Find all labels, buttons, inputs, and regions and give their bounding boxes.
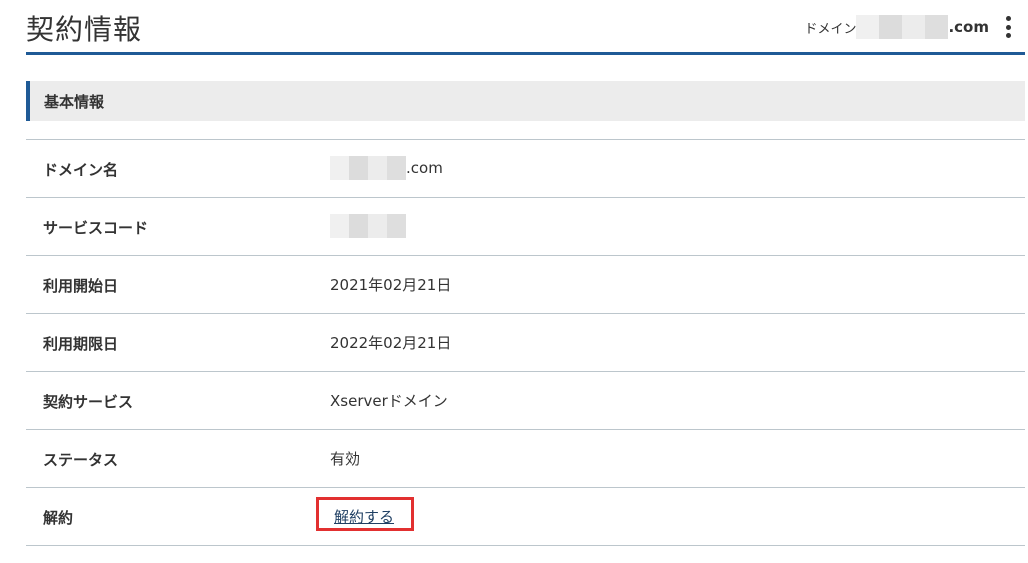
- row-label: ステータス: [43, 451, 119, 469]
- row-value: 2021年02月21日: [330, 275, 452, 294]
- domain-label: ドメイン: [804, 21, 857, 37]
- cancellation-value: 解約する: [330, 504, 398, 528]
- section-title: 基本情報: [44, 93, 105, 111]
- domain-tld: .com: [948, 18, 989, 36]
- row-status: ステータス 有効: [26, 430, 1025, 488]
- row-start-date: 利用開始日 2021年02月21日: [26, 256, 1025, 314]
- kebab-dot: [1005, 16, 1011, 21]
- row-domain-name: ドメイン名 .com: [26, 140, 1025, 198]
- row-label: ドメイン名: [43, 161, 119, 179]
- row-value: Xserverドメイン: [330, 391, 448, 410]
- masked-domain-name: [330, 156, 406, 180]
- page-header: 契約情報 ドメイン .com: [26, 0, 1025, 55]
- row-label: 利用開始日: [43, 277, 119, 295]
- kebab-dot: [1005, 33, 1011, 38]
- header-domain: ドメイン .com: [804, 13, 1011, 41]
- page-title: 契約情報: [26, 13, 143, 46]
- masked-domain-name: [856, 15, 949, 39]
- row-value: 2022年02月21日: [330, 333, 452, 352]
- row-value: [330, 214, 406, 238]
- domain-name-value: .com: [406, 159, 443, 177]
- start-date-value: 2021年02月21日: [330, 272, 451, 296]
- kebab-dot: [1005, 24, 1011, 30]
- section-header-basic-info: 基本情報: [26, 81, 1025, 121]
- kebab-menu-icon[interactable]: [1005, 16, 1011, 38]
- cancel-contract-link[interactable]: 解約する: [330, 506, 398, 527]
- row-value: .com: [330, 156, 443, 180]
- row-service-code: サービスコード: [26, 198, 1025, 256]
- row-value: 有効: [330, 449, 361, 468]
- row-cancellation: 解約 解約する: [26, 488, 1025, 546]
- row-label: サービスコード: [43, 219, 149, 237]
- contract-info-page: 契約情報 ドメイン .com 基本情報 ドメイン名 .com サービスコード 利…: [0, 0, 1028, 563]
- row-label: 解約: [43, 509, 74, 527]
- masked-service-code: [330, 214, 406, 238]
- row-label: 利用期限日: [43, 335, 119, 353]
- contract-service-value: Xserverドメイン: [330, 388, 448, 412]
- expiry-date-value: 2022年02月21日: [330, 330, 451, 354]
- status-value: 有効: [330, 446, 360, 470]
- info-table: ドメイン名 .com サービスコード 利用開始日 2021年02月21日 利用期…: [26, 139, 1025, 546]
- row-label: 契約サービス: [43, 393, 134, 411]
- row-contract-service: 契約サービス Xserverドメイン: [26, 372, 1025, 430]
- row-expiry-date: 利用期限日 2022年02月21日: [26, 314, 1025, 372]
